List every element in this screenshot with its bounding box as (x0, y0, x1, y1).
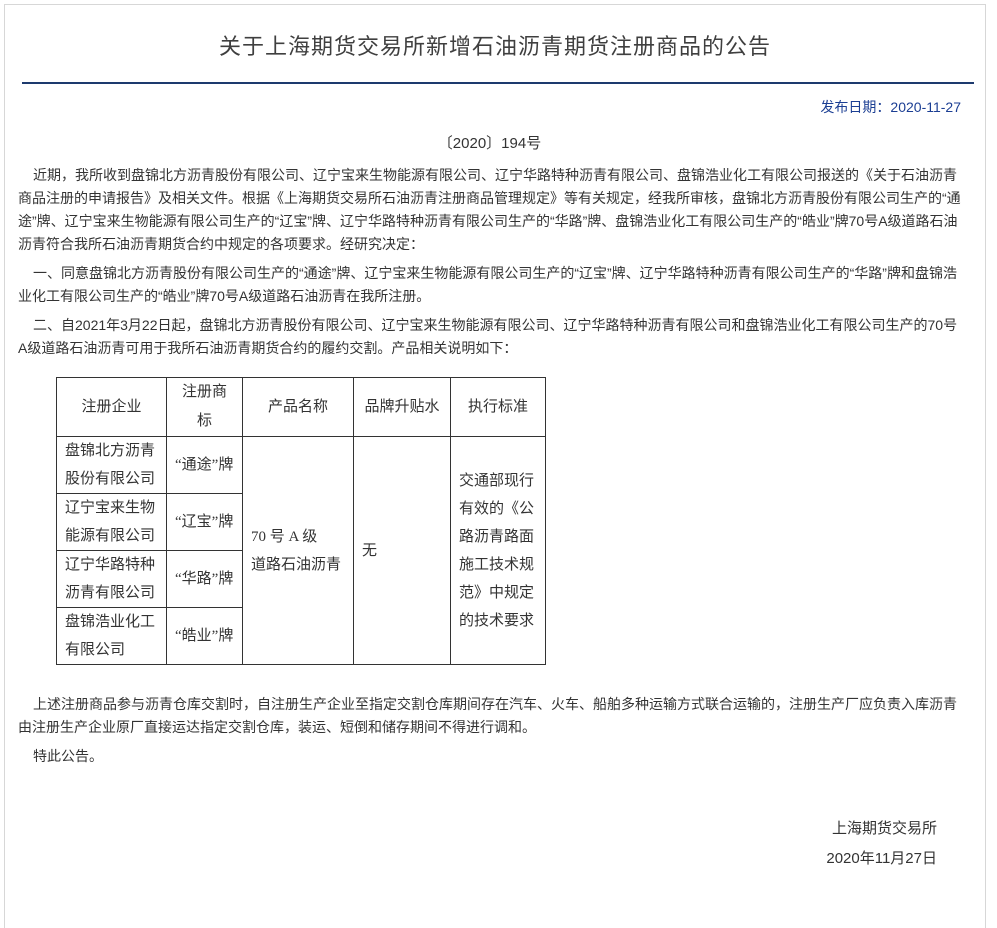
company-cell: 盘锦北方沥青股份有限公司 (57, 437, 167, 494)
company-cell: 辽宁华路特种沥青有限公司 (57, 551, 167, 608)
brand-cell: “华路”牌 (167, 551, 243, 608)
publish-date-value: 2020-11-27 (890, 99, 961, 115)
brand-cell: “通途”牌 (167, 437, 243, 494)
signature-org: 上海期货交易所 (18, 814, 937, 844)
header-brand: 注册商标 (167, 378, 243, 437)
paragraph-hereby: 特此公告。 (18, 745, 961, 768)
company-cell: 辽宁宝来生物能源有限公司 (57, 494, 167, 551)
page-title: 关于上海期货交易所新增石油沥青期货注册商品的公告 (5, 5, 985, 63)
signature-block: 上海期货交易所 2020年11月27日 (18, 814, 961, 928)
paragraph-decision-2: 二、自2021年3月22日起，盘锦北方沥青股份有限公司、辽宁宝来生物能源有限公司… (18, 314, 961, 360)
product-name-line: 道路石油沥青 (251, 551, 345, 579)
header-company: 注册企业 (57, 378, 167, 437)
doc-number: 〔2020〕194号 (18, 132, 961, 155)
announcement-page: 关于上海期货交易所新增石油沥青期货注册商品的公告 发布日期：2020-11-27… (4, 4, 986, 928)
header-standard: 执行标准 (451, 378, 546, 437)
paragraph-delivery-note: 上述注册商品参与沥青仓库交割时，自注册生产企业至指定交割仓库期间存在汽车、火车、… (18, 693, 961, 739)
company-cell: 盘锦浩业化工有限公司 (57, 608, 167, 665)
registered-products-table: 注册企业 注册商标 产品名称 品牌升贴水 执行标准 盘锦北方沥青股份有限公司 “… (56, 377, 546, 665)
standard-cell: 交通部现行有效的《公路沥青路面施工技术规范》中规定的技术要求 (451, 437, 546, 665)
brand-premium-cell: 无 (354, 437, 451, 665)
table-row: 盘锦北方沥青股份有限公司 “通途”牌 70 号 A 级 道路石油沥青 无 交通部… (57, 437, 546, 494)
publish-date-row: 发布日期：2020-11-27 (5, 84, 985, 117)
paragraph-decision-1: 一、同意盘锦北方沥青股份有限公司生产的“通途”牌、辽宁宝来生物能源有限公司生产的… (18, 262, 961, 308)
publish-date-label: 发布日期： (820, 99, 890, 115)
header-brand-premium: 品牌升贴水 (354, 378, 451, 437)
announcement-body: 〔2020〕194号 近期，我所收到盘锦北方沥青股份有限公司、辽宁宝来生物能源有… (5, 132, 985, 928)
product-name-line: 70 号 A 级 (251, 523, 345, 551)
table-header-row: 注册企业 注册商标 产品名称 品牌升贴水 执行标准 (57, 378, 546, 437)
brand-cell: “皓业”牌 (167, 608, 243, 665)
signature-date: 2020年11月27日 (18, 844, 937, 874)
header-product-name: 产品名称 (243, 378, 354, 437)
brand-cell: “辽宝”牌 (167, 494, 243, 551)
product-name-cell: 70 号 A 级 道路石油沥青 (243, 437, 354, 665)
paragraph-intro: 近期，我所收到盘锦北方沥青股份有限公司、辽宁宝来生物能源有限公司、辽宁华路特种沥… (18, 164, 961, 256)
